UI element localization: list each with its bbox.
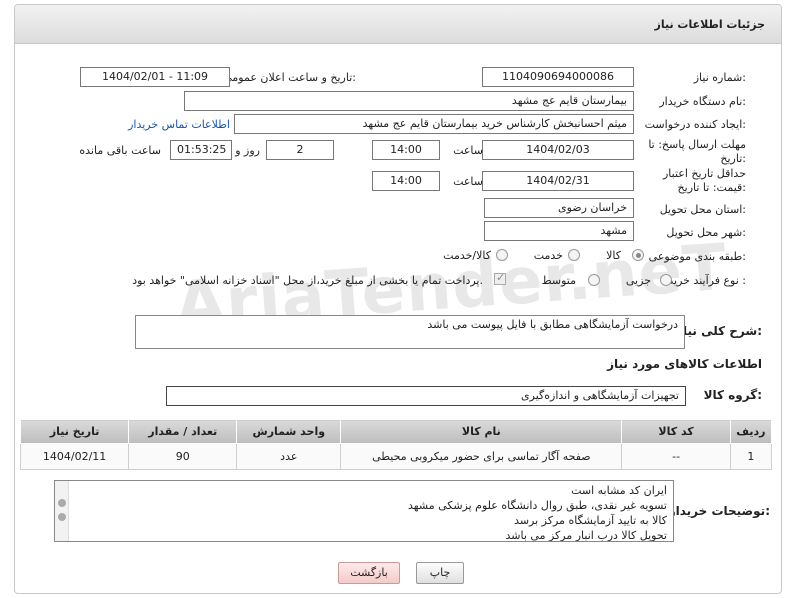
validity-date-value: 1404/02/31 (482, 171, 634, 191)
notes-line: تحویل کالا درب انبار مرکز می باشد (505, 529, 667, 542)
notes-line: تسویه غیر نقدی، طبق روال دانشگاه علوم پز… (408, 499, 667, 512)
table-header-row: ردیف کد کالا نام کالا واحد شمارش تعداد /… (19, 419, 773, 444)
back-button[interactable]: بازگشت (338, 562, 400, 584)
notes-line: کالا به تایید آزمایشگاه مرکز برسد (514, 514, 667, 527)
buyer-notes-label: توضیحات خریدار: (668, 504, 770, 518)
reply-days-value: 2 (266, 140, 334, 160)
treasury-payment-note: پرداخت تمام یا بخشی از مبلغ خرید،از محل … (132, 274, 483, 287)
need-number-label: شماره نیاز: (693, 71, 746, 84)
province-label: استان محل تحویل: (659, 203, 746, 216)
need-number-value: 1104090694000086 (482, 67, 634, 87)
need-date-cell: 1404/02/11 (19, 443, 130, 470)
purchase-medium-label: متوسط (541, 274, 576, 287)
col-row-number: ردیف (729, 419, 773, 444)
table-row: 1 -- صفحه آگار تماسی برای حضور میکروبی م… (19, 443, 773, 470)
reply-time-label: ساعت (453, 144, 483, 157)
goods-group-value: تجهیزات آزمایشگاهی و اندازه‌گیری (166, 386, 686, 406)
notes-text: ایران کد مشابه است تسویه غیر نقدی، طبق ر… (408, 483, 667, 542)
panel-header: جزئیات اطلاعات نیاز (15, 5, 781, 44)
scroll-up-dot-icon[interactable] (58, 499, 66, 507)
buyer-notes-textarea[interactable]: ایران کد مشابه است تسویه غیر نقدی، طبق ر… (54, 480, 674, 542)
validity-time-label: ساعت (453, 175, 483, 188)
print-button[interactable]: چاپ (416, 562, 464, 584)
price-validity-label: حداقل تاریخ اعتبار قیمت: تا تاریخ: (662, 167, 746, 194)
remaining-time-value: 01:53:25 (170, 140, 232, 160)
row-number-cell: 1 (729, 443, 773, 470)
buyer-org-value: بیمارستان قایم عج مشهد (184, 91, 634, 111)
items-table: ردیف کد کالا نام کالا واحد شمارش تعداد /… (19, 419, 773, 470)
province-value: خراسان رضوی (484, 198, 634, 218)
category-goods-label: کالا (606, 249, 621, 262)
col-goods-name: نام کالا (340, 419, 623, 444)
purchase-type-label: نوع فرآیند خرید : (668, 274, 746, 287)
reply-date-value: 1404/02/03 (482, 140, 634, 160)
buyer-org-label: نام دستگاه خریدار: (659, 95, 746, 108)
description-label: شرح کلی نیاز: (676, 324, 762, 338)
goods-group-label: گروه کالا: (703, 388, 762, 402)
category-goods-radio[interactable] (632, 249, 644, 261)
col-need-date: تاریخ نیاز (19, 419, 130, 444)
requester-value: میثم احسانبخش کارشناس خرید بیمارستان قای… (234, 114, 634, 134)
items-section-title: اطلاعات کالاهای مورد نیاز (607, 357, 762, 371)
category-goods-service-label: کالا/خدمت (443, 249, 491, 262)
city-label: شهر محل تحویل: (666, 226, 746, 239)
remaining-label: ساعت باقی مانده (79, 144, 161, 157)
notes-scrollbar[interactable] (55, 481, 69, 541)
goods-name-cell: صفحه آگار تماسی برای حضور میکروبی محیطی (340, 443, 623, 470)
requester-label: ایجاد کننده درخواست: (644, 118, 746, 131)
goods-code-cell: -- (621, 443, 731, 470)
category-goods-service-radio[interactable] (496, 249, 508, 261)
purchase-minor-label: جزیی (625, 274, 651, 287)
notes-line: ایران کد مشابه است (571, 484, 667, 497)
col-quantity: تعداد / مقدار (128, 419, 238, 444)
city-value: مشهد (484, 221, 634, 241)
reply-deadline-label: مهلت ارسال پاسخ: تا تاریخ: (648, 138, 746, 165)
category-service-radio[interactable] (568, 249, 580, 261)
reply-time-value: 14:00 (372, 140, 440, 160)
col-goods-code: کد کالا (621, 419, 731, 444)
announce-datetime-label: تاریخ و ساعت اعلان عمومی: (223, 71, 356, 84)
unit-cell: عدد (236, 443, 342, 470)
validity-time-value: 14:00 (372, 171, 440, 191)
announce-datetime-value: 1404/02/01 - 11:09 (80, 67, 230, 87)
panel-title: جزئیات اطلاعات نیاز (654, 18, 766, 31)
day-and-label: روز و (235, 144, 260, 157)
category-service-label: خدمت (533, 249, 563, 262)
purchase-minor-radio[interactable] (660, 274, 672, 286)
buyer-contact-link[interactable]: اطلاعات تماس خریدار (128, 118, 230, 131)
treasury-payment-checkbox[interactable] (494, 271, 506, 285)
purchase-medium-radio[interactable] (588, 274, 600, 286)
category-label: طبقه بندی موضوعی: (648, 250, 746, 263)
description-textarea[interactable]: درخواست آزمایشگاهی مطابق با فایل پیوست م… (135, 315, 685, 349)
scroll-down-dot-icon[interactable] (58, 513, 66, 521)
col-unit: واحد شمارش (236, 419, 342, 444)
quantity-cell: 90 (128, 443, 238, 470)
